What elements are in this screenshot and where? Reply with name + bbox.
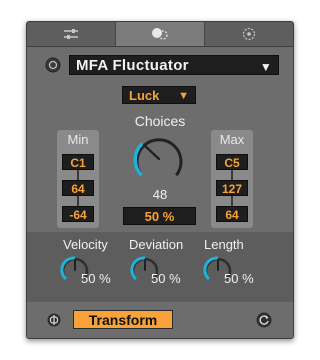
min-velocity-field[interactable]: 64 <box>62 180 94 196</box>
length-label: Length <box>204 237 244 252</box>
preset-label: MFA Fluctuator <box>76 57 189 74</box>
tab-random[interactable] <box>116 22 205 46</box>
deviation-label: Deviation <box>129 237 184 252</box>
velocity-value: 50 % <box>81 271 111 286</box>
mode-label: Luck <box>129 88 160 103</box>
sliders-icon <box>64 29 78 39</box>
tab-target[interactable] <box>205 22 293 46</box>
deviation-value: 50 % <box>151 271 181 286</box>
fluctuator-device: MFA Fluctuator ▼ Luck ▼ Min C1 64 -64 Ma… <box>26 21 294 339</box>
mode-dropdown[interactable]: Luck ▼ <box>122 86 196 104</box>
length-value: 50 % <box>224 271 254 286</box>
max-offset-field[interactable]: 64 <box>216 206 248 222</box>
min-offset-field[interactable]: -64 <box>62 206 94 222</box>
tab-bar <box>27 22 293 47</box>
max-title: Max <box>219 132 245 147</box>
dice-icon <box>152 28 168 40</box>
choices-knob[interactable] <box>129 131 189 187</box>
refresh-icon[interactable] <box>256 312 272 328</box>
preset-dropdown[interactable]: MFA Fluctuator ▼ <box>69 55 279 75</box>
tab-parameters[interactable] <box>27 22 116 46</box>
max-pitch-field[interactable]: C5 <box>216 154 248 170</box>
velocity-label: Velocity <box>63 237 108 252</box>
choices-value: 48 <box>152 187 168 202</box>
max-velocity-field[interactable]: 127 <box>216 180 248 196</box>
min-title: Min <box>67 132 89 147</box>
chevron-down-icon: ▼ <box>259 60 272 74</box>
min-panel: Min C1 64 -64 <box>57 130 99 228</box>
max-panel: Max C5 127 64 <box>211 130 253 228</box>
transform-button[interactable]: Transform <box>73 310 173 329</box>
choices-label: Choices <box>134 113 186 129</box>
target-icon <box>242 27 256 41</box>
link-icon[interactable] <box>47 313 61 327</box>
chevron-down-icon: ▼ <box>178 90 189 102</box>
power-icon[interactable] <box>45 57 61 73</box>
min-pitch-field[interactable]: C1 <box>62 154 94 170</box>
choices-percent-field[interactable]: 50 % <box>123 207 196 225</box>
